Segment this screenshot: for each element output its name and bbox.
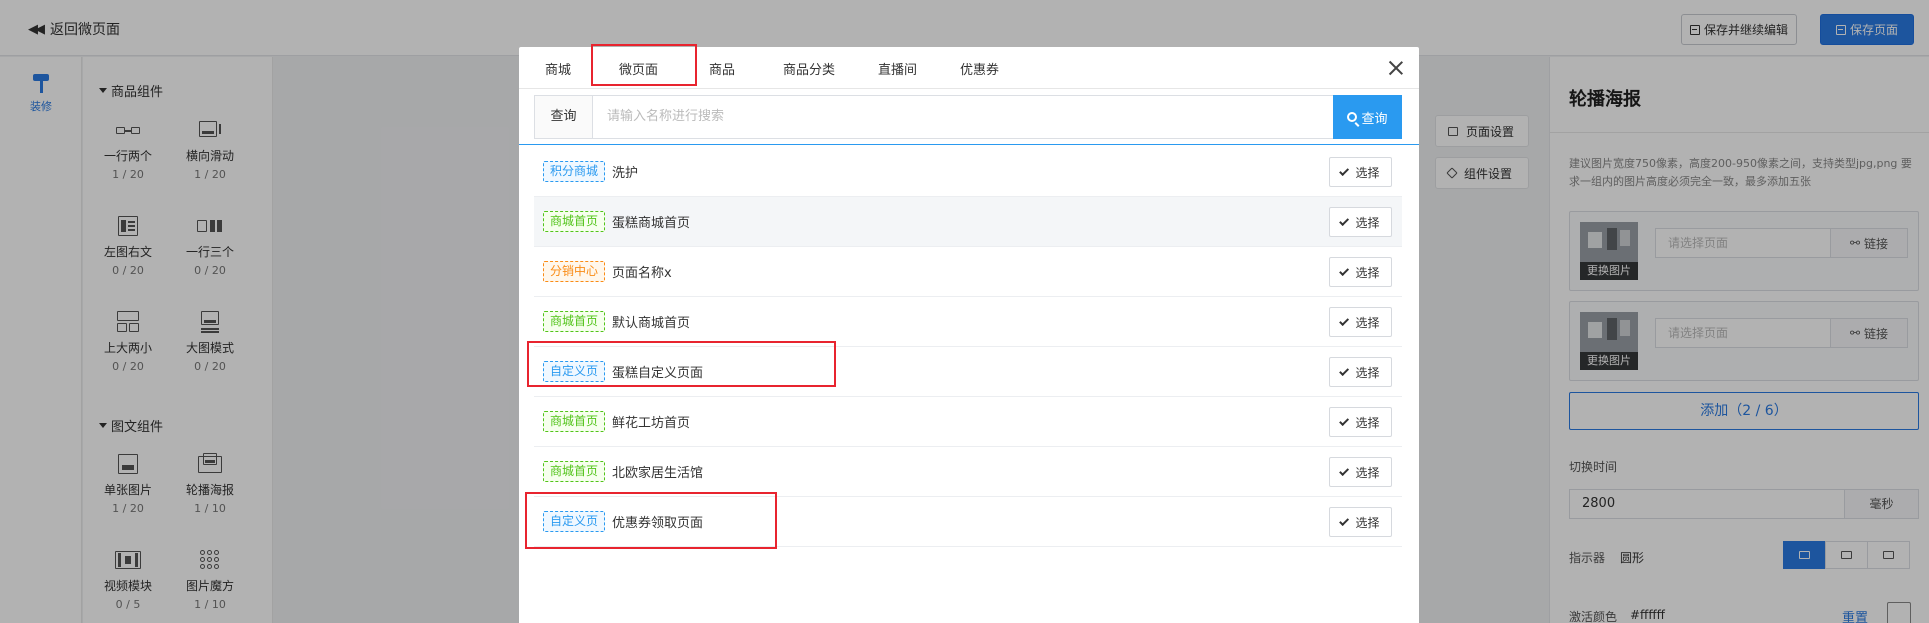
search-button-label: 查询 (1361, 111, 1388, 127)
choose-button[interactable]: 选择 (1329, 307, 1392, 337)
list-item: 积分商城 洗护 选择 (534, 147, 1402, 197)
page-name: 页面名称x (612, 266, 672, 281)
page-name: 鲜花工坊首页 (612, 416, 691, 431)
search-bar: 查询 请输入名称进行搜索 查询 (534, 95, 1402, 139)
page-type-tag: 商城首页 (543, 461, 606, 482)
list-item: 商城首页 默认商城首页 选择 (534, 297, 1402, 347)
choose-label: 选择 (1355, 265, 1380, 280)
choose-button[interactable]: 选择 (1329, 507, 1392, 537)
choose-button[interactable]: 选择 (1329, 407, 1392, 437)
choose-button[interactable]: 选择 (1329, 357, 1392, 387)
choose-button[interactable]: 选择 (1329, 257, 1392, 287)
check-icon (1339, 415, 1350, 426)
check-icon (1339, 465, 1350, 476)
page-name: 蛋糕自定义页面 (612, 366, 704, 381)
page-type-tag: 商城首页 (543, 311, 606, 332)
search-input[interactable]: 请输入名称进行搜索 (592, 95, 1334, 139)
check-icon (1339, 315, 1350, 326)
page-type-tag: 积分商城 (543, 161, 606, 182)
page-name: 蛋糕商城首页 (612, 216, 691, 231)
choose-label: 选择 (1355, 465, 1380, 480)
choose-button[interactable]: 选择 (1329, 457, 1392, 487)
search-icon (1347, 112, 1358, 122)
page-name: 北欧家居生活馆 (612, 466, 704, 481)
list-item: 分销中心 页面名称x 选择 (534, 247, 1402, 297)
choose-label: 选择 (1355, 315, 1380, 330)
tab-live-room[interactable]: 直播间 (878, 59, 917, 78)
check-icon (1339, 165, 1350, 176)
page-list: 积分商城 洗护 选择 商城首页 蛋糕商城首页 选择 分销中心 页面名称x 选择 … (534, 147, 1402, 547)
choose-label: 选择 (1355, 165, 1380, 180)
tab-mall[interactable]: 商城 (545, 59, 571, 78)
list-item: 商城首页 蛋糕商城首页 选择 (534, 197, 1402, 247)
tab-goods-category[interactable]: 商品分类 (783, 59, 835, 78)
page-type-tag: 分销中心 (543, 261, 606, 282)
tab-goods[interactable]: 商品 (709, 59, 735, 78)
choose-label: 选择 (1355, 415, 1380, 430)
check-icon (1339, 215, 1350, 226)
tab-micro-page[interactable]: 微页面 (619, 59, 658, 78)
page-type-tag: 自定义页 (543, 361, 606, 382)
check-icon (1339, 265, 1350, 276)
page-name: 优惠券领取页面 (612, 516, 704, 531)
page-type-tag: 自定义页 (543, 511, 606, 532)
choose-button[interactable]: 选择 (1329, 207, 1392, 237)
check-icon (1339, 365, 1350, 376)
choose-button[interactable]: 选择 (1329, 157, 1392, 187)
choose-label: 选择 (1355, 215, 1380, 230)
page-type-tag: 商城首页 (543, 211, 606, 232)
search-underline (519, 144, 1419, 145)
page-name: 默认商城首页 (612, 316, 691, 331)
choose-label: 选择 (1355, 365, 1380, 380)
check-icon (1339, 515, 1350, 526)
tab-coupon[interactable]: 优惠券 (960, 59, 999, 78)
list-item: 自定义页 蛋糕自定义页面 选择 (534, 347, 1402, 397)
page-type-tag: 商城首页 (543, 411, 606, 432)
choose-label: 选择 (1355, 515, 1380, 530)
modal-tabs: 商城 微页面 商品 商品分类 直播间 优惠券 (519, 47, 1419, 89)
page-name: 洗护 (612, 166, 639, 181)
search-label: 查询 (534, 95, 593, 139)
close-icon[interactable] (1386, 58, 1406, 78)
search-button[interactable]: 查询 (1333, 95, 1402, 139)
list-item: 商城首页 鲜花工坊首页 选择 (534, 397, 1402, 447)
link-select-modal: 商城 微页面 商品 商品分类 直播间 优惠券 查询 请输入名称进行搜索 查询 积… (519, 47, 1419, 623)
list-item: 自定义页 优惠券领取页面 选择 (534, 497, 1402, 547)
list-item: 商城首页 北欧家居生活馆 选择 (534, 447, 1402, 497)
